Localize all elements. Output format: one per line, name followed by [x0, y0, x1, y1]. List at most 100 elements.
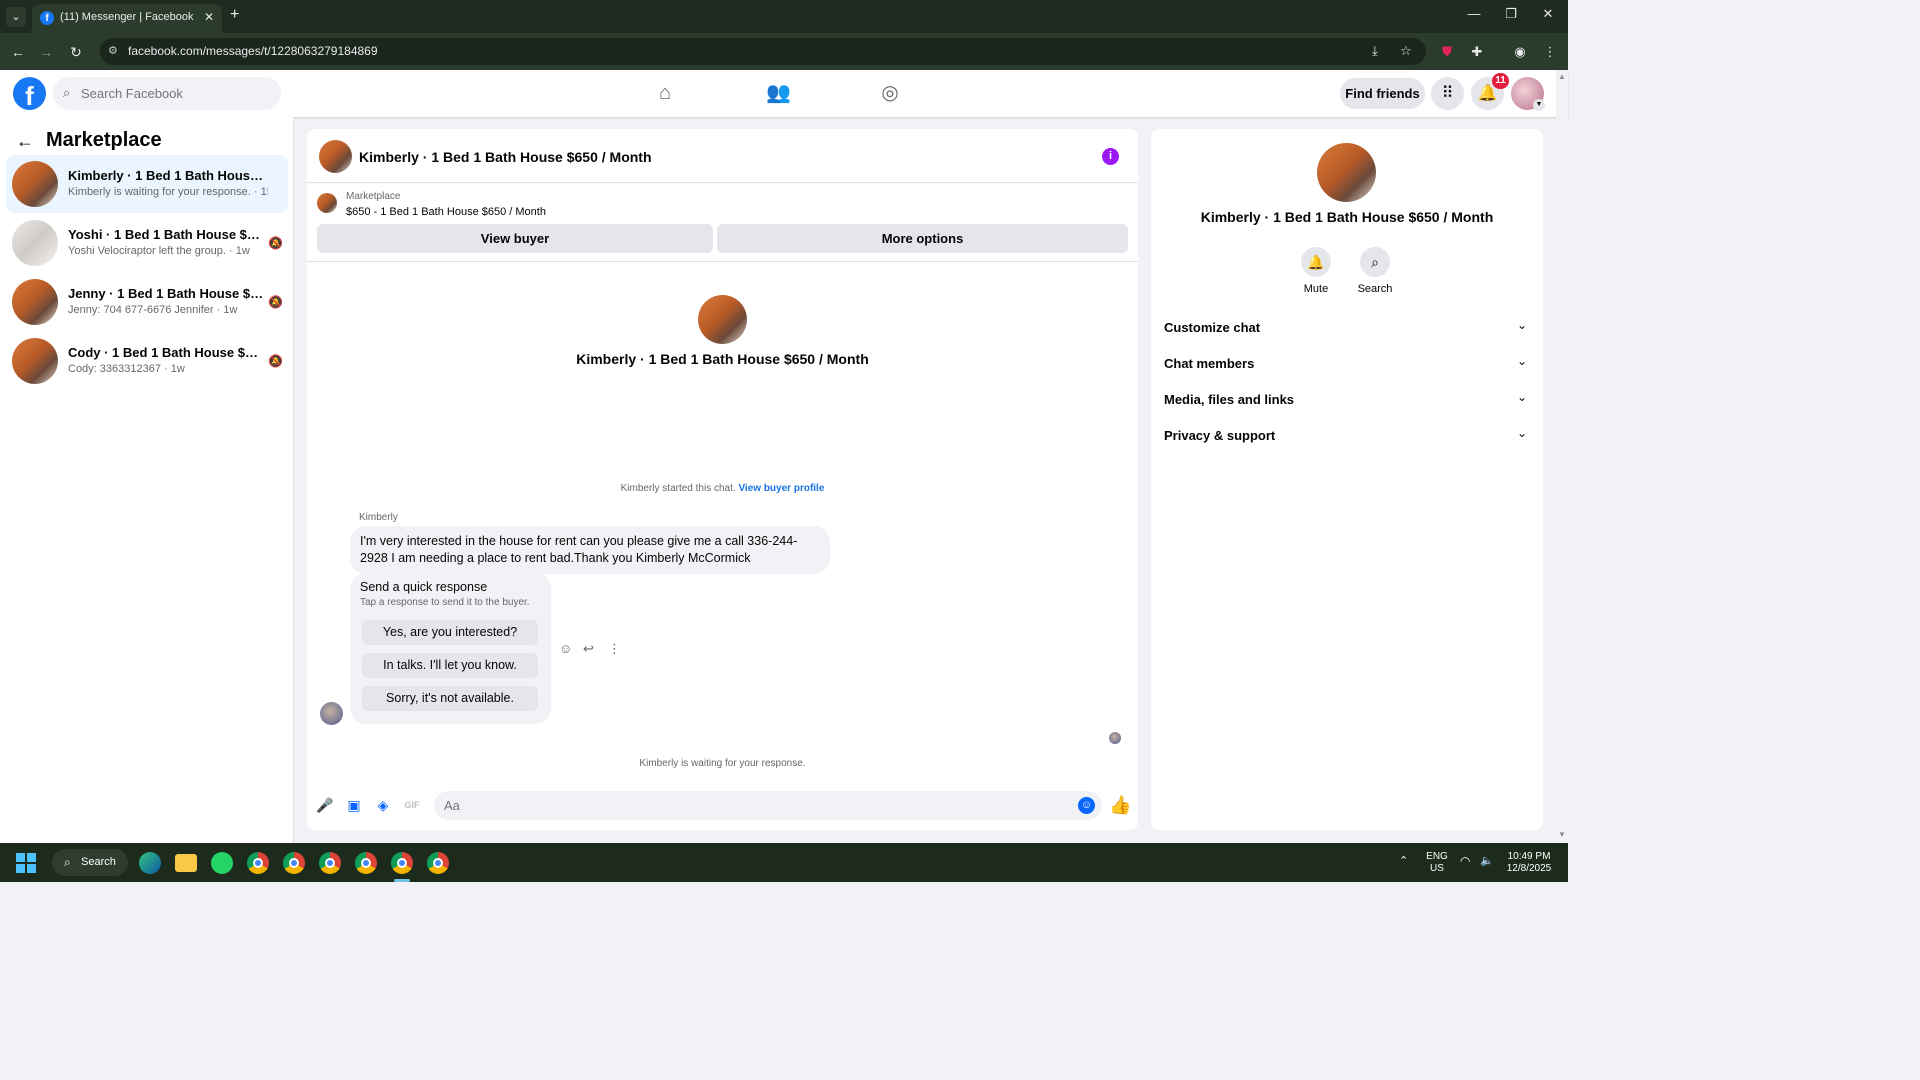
muted-bell-icon: 🔕 [268, 236, 283, 250]
conversation-item[interactable]: Jenny · 1 Bed 1 Bath House $650 / Month … [6, 273, 288, 331]
section-label: Chat members [1164, 356, 1255, 371]
find-friends-button[interactable]: Find friends [1340, 78, 1425, 109]
conversation-avatar [12, 161, 58, 207]
chrome-icon[interactable] [319, 852, 341, 874]
chat-avatar[interactable] [319, 140, 352, 173]
chrome-icon[interactable] [427, 852, 449, 874]
close-window-icon[interactable]: ✕ [1538, 6, 1558, 22]
language-code: ENG [1426, 851, 1448, 862]
chat-title[interactable]: Kimberly · 1 Bed 1 Bath House $650 / Mon… [359, 149, 652, 165]
reply-icon[interactable]: ↩ [583, 641, 594, 657]
view-buyer-profile-link[interactable]: View buyer profile [738, 483, 824, 494]
quick-response-button[interactable]: Sorry, it's not available. [362, 686, 538, 711]
tab-close-icon[interactable]: ✕ [204, 10, 214, 24]
home-icon[interactable]: ⌂ [653, 81, 677, 105]
wifi-icon[interactable]: ◠ [1460, 855, 1470, 867]
extensions-puzzle-icon[interactable]: ✚ [1467, 42, 1487, 62]
section-chat-members[interactable]: Chat members ⌄ [1151, 345, 1543, 381]
restore-icon[interactable]: ❐ [1501, 6, 1521, 22]
extension-shield-icon[interactable]: ⛊ [1437, 42, 1457, 62]
chat-started-notice: Kimberly started this chat. View buyer p… [307, 483, 1138, 494]
whatsapp-icon[interactable] [211, 852, 233, 874]
language-indicator[interactable]: ENG US [1423, 851, 1451, 875]
friends-icon[interactable]: 👥 [766, 81, 791, 105]
conversation-item[interactable]: Cody · 1 Bed 1 Bath House $650 / Month C… [6, 332, 288, 390]
sticker-icon[interactable]: ◈ [374, 796, 392, 814]
address-bar[interactable]: ⚙ facebook.com/messages/t/12280632791848… [100, 38, 1426, 65]
install-app-icon[interactable]: ⤓ [1372, 43, 1378, 59]
windows-start-icon[interactable] [16, 853, 36, 873]
react-emoji-icon[interactable]: ☺ [559, 641, 572, 656]
sender-name: Kimberly [359, 512, 398, 523]
photo-icon[interactable]: ▣ [345, 796, 363, 814]
chrome-icon[interactable] [391, 852, 413, 874]
account-chevron-down-icon[interactable]: ▼ [1533, 99, 1545, 111]
listing-banner: Marketplace $650 - 1 Bed 1 Bath House $6… [307, 184, 1138, 262]
more-icon[interactable]: ⋮ [608, 641, 621, 657]
view-buyer-button[interactable]: View buyer [317, 224, 713, 253]
quick-response-button[interactable]: Yes, are you interested? [362, 620, 538, 645]
facebook-logo-icon[interactable]: f [13, 77, 46, 110]
section-media-files-links[interactable]: Media, files and links ⌄ [1151, 381, 1543, 417]
listing-thumbnail [317, 193, 337, 213]
thumbs-up-icon[interactable]: 👍 [1109, 795, 1131, 816]
scroll-down-icon[interactable]: ▼ [1556, 830, 1568, 839]
url-text: facebook.com/messages/t/1228063279184869 [128, 44, 378, 58]
section-privacy-support[interactable]: Privacy & support ⌄ [1151, 417, 1543, 453]
message-input[interactable] [444, 791, 1064, 820]
clock-date: 12/8/2025 [1506, 863, 1552, 874]
quick-response-card: Send a quick response Tap a response to … [350, 573, 551, 724]
profile-icon[interactable]: ◉ [1510, 42, 1530, 62]
tray-chevron-up-icon[interactable]: ⌃ [1399, 855, 1408, 867]
menu-grid-icon[interactable]: ⠿ [1431, 77, 1464, 110]
edge-icon[interactable] [139, 852, 161, 874]
message-composer[interactable]: ☺ [434, 791, 1102, 820]
conversation-avatar [12, 279, 58, 325]
volume-icon[interactable]: 🔈 [1480, 855, 1494, 867]
message-bubble[interactable]: I'm very interested in the house for ren… [350, 526, 830, 574]
facebook-search[interactable]: ⌕ [53, 77, 281, 110]
minimize-icon[interactable]: — [1464, 6, 1484, 21]
more-options-button[interactable]: More options [717, 224, 1128, 253]
browser-tab[interactable]: f (11) Messenger | Facebook ✕ [32, 4, 222, 33]
notification-badge: 11 [1492, 73, 1509, 89]
taskbar-search[interactable]: ⌕ Search [52, 849, 128, 876]
marketplace-sidebar: ← Marketplace Kimberly · 1 Bed 1 Bath Ho… [0, 117, 294, 843]
sender-avatar[interactable] [320, 702, 343, 725]
microphone-icon[interactable]: 🎤 [316, 796, 334, 814]
menu-dots-icon[interactable]: ⋮ [1540, 42, 1560, 62]
tab-search-icon[interactable]: ⌄ [6, 7, 26, 27]
new-tab-icon[interactable]: + [230, 6, 239, 24]
page-scrollbar[interactable]: ▲ ▼ [1556, 70, 1568, 843]
bookmark-star-icon[interactable]: ☆ [1400, 43, 1412, 59]
groups-icon[interactable]: ◎ [878, 81, 902, 105]
seen-indicator-avatar [1109, 732, 1121, 744]
quick-response-button[interactable]: In talks. I'll let you know. [362, 653, 538, 678]
chat-info-panel: Kimberly · 1 Bed 1 Bath House $650 / Mon… [1151, 129, 1543, 830]
scroll-up-icon[interactable]: ▲ [1556, 72, 1568, 81]
section-customize-chat[interactable]: Customize chat ⌄ [1151, 309, 1543, 345]
conversation-item[interactable]: Kimberly · 1 Bed 1 Bath House $650 / Mon… [6, 155, 288, 213]
chrome-icon[interactable] [283, 852, 305, 874]
chrome-icon[interactable] [355, 852, 377, 874]
chat-panel: Kimberly · 1 Bed 1 Bath House $650 / Mon… [307, 129, 1138, 830]
reload-icon[interactable]: ↻ [66, 42, 86, 62]
info-icon[interactable]: i [1102, 148, 1119, 165]
clock[interactable]: 10:49 PM 12/8/2025 [1502, 851, 1556, 875]
browser-tab-bar: ⌄ f (11) Messenger | Facebook ✕ + — ❐ ✕ [0, 0, 1568, 33]
search-button[interactable]: ⌕ Search [1345, 247, 1405, 295]
file-explorer-icon[interactable] [175, 854, 197, 872]
chrome-icon[interactable] [247, 852, 269, 874]
conversation-item[interactable]: Yoshi · 1 Bed 1 Bath House $650 / Month … [6, 214, 288, 272]
section-label: Customize chat [1164, 320, 1261, 335]
back-arrow-icon[interactable]: ← [16, 131, 34, 152]
mute-button[interactable]: 🔔 Mute [1286, 247, 1346, 295]
waiting-notice: Kimberly is waiting for your response. [639, 758, 806, 769]
site-info-icon[interactable]: ⚙ [108, 44, 122, 58]
gif-icon[interactable]: GIF [403, 796, 421, 814]
facebook-search-input[interactable] [81, 77, 271, 110]
back-icon[interactable]: ← [8, 42, 28, 62]
forward-icon[interactable]: → [36, 42, 56, 62]
conversation-name: Kimberly · 1 Bed 1 Bath House $650 / Mon… [68, 168, 264, 183]
emoji-icon[interactable]: ☺ [1078, 797, 1095, 814]
